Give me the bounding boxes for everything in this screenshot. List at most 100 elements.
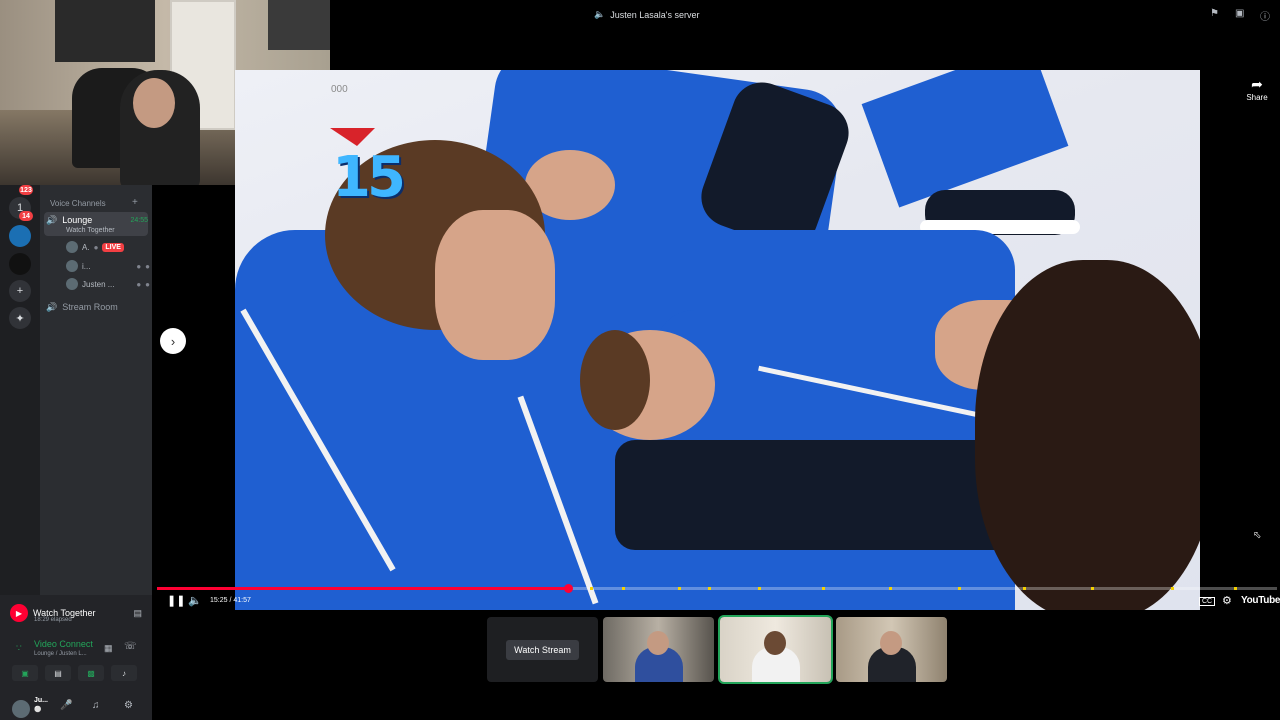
server-icon-2[interactable] [9, 225, 31, 247]
front-person-hand [435, 210, 555, 360]
camera-icon: ● [136, 279, 142, 289]
user-status: ⚪ [34, 707, 42, 713]
tile-face [880, 631, 902, 655]
popout-icon[interactable]: ▤ [133, 608, 142, 619]
webcam-tapestry [55, 0, 155, 62]
chapter-marker [1091, 587, 1095, 590]
webcam-tv [268, 0, 330, 50]
help-icon[interactable]: ⓘ [1260, 8, 1270, 23]
live-badge: LIVE [102, 242, 124, 252]
captions-button[interactable]: CC [1199, 597, 1216, 606]
camera-button[interactable]: ▣ [12, 665, 38, 681]
score-red-banner [330, 128, 375, 146]
microphone-icon[interactable]: 🎤 [60, 700, 72, 711]
timecode: 15:25 / 41:57 [210, 597, 251, 604]
add-server-icon[interactable]: + [9, 280, 31, 302]
voice-status-title[interactable]: Video Connect [34, 639, 93, 649]
chapter-marker [758, 587, 762, 590]
channel-name: Lounge [62, 215, 93, 225]
avatar [66, 241, 78, 253]
user-bar: Ju... ⚪ 🎤 ♫ ⚙ [0, 695, 152, 720]
channel-sidebar: Voice Channels + 🔊 Lounge 24:55 Watch To… [40, 185, 152, 595]
discover-icon[interactable]: ✦ [9, 307, 31, 329]
pause-icon[interactable]: ❚❚ [167, 594, 185, 607]
server-icon-3[interactable] [9, 253, 31, 275]
gear-icon[interactable]: ⚙ [124, 700, 133, 711]
jersey-black-band [615, 440, 1035, 550]
youtube-icon: ▶ [10, 604, 28, 622]
camera-icon: ● [93, 242, 99, 252]
noise-suppression-icon[interactable]: ▦ [104, 643, 113, 654]
chapter-marker [677, 587, 681, 590]
member-item[interactable]: i... ● ● [66, 259, 150, 273]
score-prefix: 000 [331, 84, 348, 95]
middle-person-hair [580, 330, 650, 430]
soundboard-button[interactable]: ♪ [111, 665, 137, 681]
tile-face [647, 631, 669, 655]
chevron-right-icon: › [170, 333, 176, 349]
watch-stream-button[interactable]: Watch Stream [506, 639, 579, 660]
chapter-marker [1234, 587, 1238, 590]
chapter-marker [1022, 587, 1026, 590]
share-button[interactable]: ➦ Share [1236, 76, 1278, 102]
youtube-video[interactable]: 000 15 [235, 70, 1200, 610]
activity-row[interactable]: ▶ Watch Together ▤ [10, 603, 142, 623]
voice-channels-header[interactable]: Voice Channels [50, 199, 106, 208]
chapter-marker [822, 587, 826, 590]
participant-tile-speaking[interactable] [718, 615, 833, 684]
speaker-icon: 🔈 [594, 9, 606, 19]
next-stream-button[interactable]: › [160, 328, 186, 354]
speaker-icon: 🔊 [46, 214, 58, 225]
share-label: Share [1246, 93, 1268, 102]
member-name: Justen ... [82, 279, 115, 289]
chapter-marker [957, 587, 961, 590]
channel-timer: 24:55 [130, 216, 148, 224]
progress-bar[interactable] [157, 584, 1277, 593]
activity-elapsed: 18:29 elapsed [34, 617, 72, 623]
woman-hair [975, 260, 1200, 610]
chapter-marker [708, 587, 712, 590]
settings-icon[interactable]: ⚙ [1222, 594, 1232, 607]
channel-activity: Watch Together [66, 227, 115, 234]
player-controls: ❚❚ 🔈 15:25 / 41:57 CC ⚙ YouTube [157, 592, 1280, 610]
participant-tile[interactable] [603, 617, 714, 682]
server-title-text: Justen Lasala's server [610, 9, 700, 20]
volume-icon[interactable]: 🔈 [188, 594, 202, 607]
member-item[interactable]: Justen ... ● ● [66, 277, 150, 291]
score-number: 15 [332, 145, 406, 210]
screen-share-button[interactable]: ▤ [45, 665, 71, 681]
avatar [66, 278, 78, 290]
participant-tile[interactable] [836, 617, 947, 682]
channel-lounge[interactable]: 🔊 Lounge 24:55 [46, 213, 148, 227]
unread-badge: 14 [19, 211, 33, 221]
user-panel: ▶ Watch Together ▤ 18:29 elapsed ∵ Video… [0, 595, 152, 720]
activities-button[interactable]: ▩ [78, 665, 104, 681]
flag-icon[interactable]: ⚑ [1210, 8, 1219, 19]
chapter-marker [1170, 587, 1174, 590]
channel-stream-room[interactable]: 🔊 Stream Room [46, 300, 148, 314]
channel-name: Stream Room [62, 302, 118, 312]
voice-status-sub[interactable]: Lounge / Justen L... [34, 651, 87, 657]
avatar[interactable] [12, 700, 30, 718]
camera-icon: ● [136, 261, 142, 271]
youtube-logo[interactable]: YouTube [1241, 595, 1280, 606]
member-name: i... [82, 261, 91, 271]
watch-stream-tile[interactable]: Watch Stream [487, 617, 598, 682]
disconnect-icon[interactable]: ☏ [124, 641, 137, 652]
screen-icon[interactable]: ▣ [1235, 8, 1244, 19]
avatar [66, 260, 78, 272]
server-title: 🔈 Justen Lasala's server [594, 9, 699, 20]
chapter-marker [621, 587, 625, 590]
mouse-cursor-icon: ⬁ [1253, 530, 1262, 541]
share-icon: ➦ [1251, 76, 1263, 92]
speaker-icon: 🔊 [46, 301, 58, 312]
activity-icon: ● [145, 279, 150, 289]
username: Ju... [34, 697, 49, 704]
add-channel-icon[interactable]: + [132, 197, 138, 208]
activity-icon: ● [145, 261, 150, 271]
chapter-marker [889, 587, 893, 590]
headphones-icon[interactable]: ♫ [92, 700, 100, 711]
top-bar: 🔈 Justen Lasala's server ⚑ ▣ ⓘ [330, 0, 1280, 30]
signal-icon: ∵ [16, 643, 22, 653]
member-item[interactable]: A. ● LIVE [66, 240, 150, 254]
